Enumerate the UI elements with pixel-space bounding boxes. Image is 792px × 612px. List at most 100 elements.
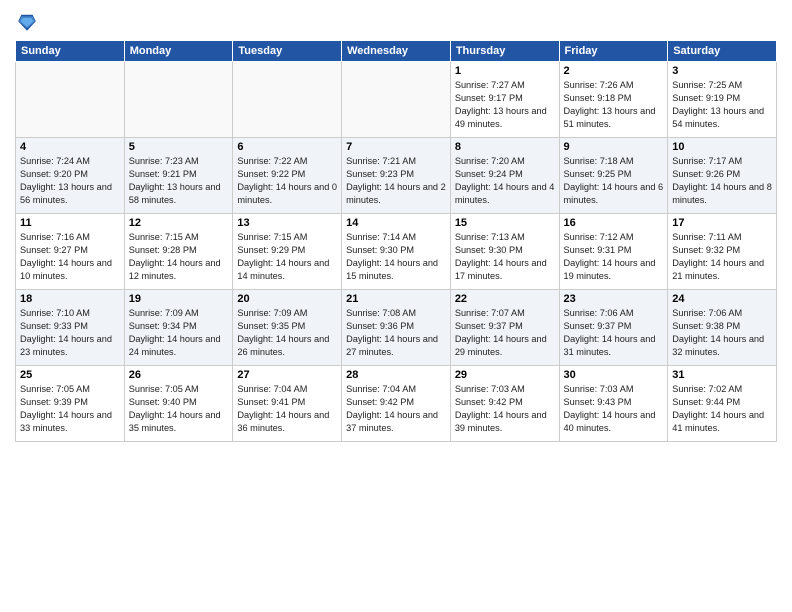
day-number: 27: [237, 369, 337, 381]
weekday-header: Sunday: [16, 41, 125, 62]
calendar-day-cell: 27Sunrise: 7:04 AM Sunset: 9:41 PM Dayli…: [233, 366, 342, 442]
day-info: Sunrise: 7:02 AM Sunset: 9:44 PM Dayligh…: [672, 383, 772, 435]
calendar-header-row: SundayMondayTuesdayWednesdayThursdayFrid…: [16, 41, 777, 62]
day-number: 5: [129, 141, 229, 153]
calendar-day-cell: 6Sunrise: 7:22 AM Sunset: 9:22 PM Daylig…: [233, 138, 342, 214]
logo-icon: [15, 10, 39, 34]
calendar-day-cell: 3 Sunrise: 7:25 AM Sunset: 9:19 PM Daylig…: [668, 62, 777, 138]
day-number: 10: [672, 141, 772, 153]
calendar-day-cell: 5 Sunrise: 7:23 AM Sunset: 9:21 PM Daylig…: [124, 138, 233, 214]
day-number: 2: [564, 65, 664, 77]
day-info: Sunrise: 7:14 AM Sunset: 9:30 PM Dayligh…: [346, 231, 446, 283]
day-info: Sunrise: 7:13 AM Sunset: 9:30 PM Dayligh…: [455, 231, 555, 283]
day-number: 25: [20, 369, 120, 381]
day-number: 11: [20, 217, 120, 229]
calendar-day-cell: 15 Sunrise: 7:13 AM Sunset: 9:30 PM Dayli…: [450, 214, 559, 290]
day-number: 18: [20, 293, 120, 305]
calendar-day-cell: 12 Sunrise: 7:15 AM Sunset: 9:28 PM Dayli…: [124, 214, 233, 290]
calendar-day-cell: 7 Sunrise: 7:21 AM Sunset: 9:23 PM Daylig…: [342, 138, 451, 214]
calendar-day-cell: 20 Sunrise: 7:09 AM Sunset: 9:35 PM Dayli…: [233, 290, 342, 366]
calendar-day-cell: 16Sunrise: 7:12 AM Sunset: 9:31 PM Dayli…: [559, 214, 668, 290]
day-info: Sunrise: 7:11 AM Sunset: 9:32 PM Dayligh…: [672, 231, 772, 283]
day-info: Sunrise: 7:17 AM Sunset: 9:26 PM Dayligh…: [672, 155, 772, 207]
day-number: 4: [20, 141, 120, 153]
day-number: 9: [564, 141, 664, 153]
day-number: 22: [455, 293, 555, 305]
day-info: Sunrise: 7:20 AM Sunset: 9:24 PM Dayligh…: [455, 155, 555, 207]
day-info: Sunrise: 7:16 AM Sunset: 9:27 PM Dayligh…: [20, 231, 120, 283]
day-number: 8: [455, 141, 555, 153]
calendar-week-row: 25Sunrise: 7:05 AM Sunset: 9:39 PM Dayli…: [16, 366, 777, 442]
calendar-day-cell: [233, 62, 342, 138]
calendar-day-cell: 9Sunrise: 7:18 AM Sunset: 9:25 PM Daylig…: [559, 138, 668, 214]
calendar-day-cell: 1 Sunrise: 7:27 AM Sunset: 9:17 PM Daylig…: [450, 62, 559, 138]
calendar-day-cell: 28 Sunrise: 7:04 AM Sunset: 9:42 PM Dayli…: [342, 366, 451, 442]
calendar-day-cell: 8 Sunrise: 7:20 AM Sunset: 9:24 PM Daylig…: [450, 138, 559, 214]
day-info: Sunrise: 7:23 AM Sunset: 9:21 PM Dayligh…: [129, 155, 229, 207]
calendar-day-cell: 24 Sunrise: 7:06 AM Sunset: 9:38 PM Dayli…: [668, 290, 777, 366]
day-number: 7: [346, 141, 446, 153]
page-header: [15, 10, 777, 34]
day-number: 20: [237, 293, 337, 305]
day-number: 16: [564, 217, 664, 229]
calendar-day-cell: 14 Sunrise: 7:14 AM Sunset: 9:30 PM Dayli…: [342, 214, 451, 290]
calendar-day-cell: 30Sunrise: 7:03 AM Sunset: 9:43 PM Dayli…: [559, 366, 668, 442]
day-info: Sunrise: 7:27 AM Sunset: 9:17 PM Dayligh…: [455, 79, 555, 131]
day-number: 24: [672, 293, 772, 305]
day-number: 13: [237, 217, 337, 229]
day-info: Sunrise: 7:07 AM Sunset: 9:37 PM Dayligh…: [455, 307, 555, 359]
day-number: 29: [455, 369, 555, 381]
day-number: 3: [672, 65, 772, 77]
day-number: 26: [129, 369, 229, 381]
day-number: 21: [346, 293, 446, 305]
day-number: 30: [564, 369, 664, 381]
calendar-day-cell: 22 Sunrise: 7:07 AM Sunset: 9:37 PM Dayli…: [450, 290, 559, 366]
day-info: Sunrise: 7:06 AM Sunset: 9:38 PM Dayligh…: [672, 307, 772, 359]
calendar-week-row: 1 Sunrise: 7:27 AM Sunset: 9:17 PM Daylig…: [16, 62, 777, 138]
weekday-header: Friday: [559, 41, 668, 62]
day-info: Sunrise: 7:26 AM Sunset: 9:18 PM Dayligh…: [564, 79, 664, 131]
day-info: Sunrise: 7:09 AM Sunset: 9:35 PM Dayligh…: [237, 307, 337, 359]
calendar-day-cell: [342, 62, 451, 138]
day-info: Sunrise: 7:10 AM Sunset: 9:33 PM Dayligh…: [20, 307, 120, 359]
day-number: 31: [672, 369, 772, 381]
calendar-day-cell: 13 Sunrise: 7:15 AM Sunset: 9:29 PM Dayli…: [233, 214, 342, 290]
day-number: 23: [564, 293, 664, 305]
day-info: Sunrise: 7:25 AM Sunset: 9:19 PM Dayligh…: [672, 79, 772, 131]
day-number: 1: [455, 65, 555, 77]
day-info: Sunrise: 7:05 AM Sunset: 9:40 PM Dayligh…: [129, 383, 229, 435]
calendar-day-cell: 18 Sunrise: 7:10 AM Sunset: 9:33 PM Dayli…: [16, 290, 125, 366]
day-info: Sunrise: 7:04 AM Sunset: 9:42 PM Dayligh…: [346, 383, 446, 435]
calendar-day-cell: 29 Sunrise: 7:03 AM Sunset: 9:42 PM Dayli…: [450, 366, 559, 442]
calendar-day-cell: 26 Sunrise: 7:05 AM Sunset: 9:40 PM Dayli…: [124, 366, 233, 442]
calendar-day-cell: 31 Sunrise: 7:02 AM Sunset: 9:44 PM Dayli…: [668, 366, 777, 442]
calendar-day-cell: 21 Sunrise: 7:08 AM Sunset: 9:36 PM Dayli…: [342, 290, 451, 366]
day-number: 17: [672, 217, 772, 229]
weekday-header: Monday: [124, 41, 233, 62]
day-number: 12: [129, 217, 229, 229]
calendar-day-cell: 25Sunrise: 7:05 AM Sunset: 9:39 PM Dayli…: [16, 366, 125, 442]
day-info: Sunrise: 7:06 AM Sunset: 9:37 PM Dayligh…: [564, 307, 664, 359]
day-number: 28: [346, 369, 446, 381]
calendar-day-cell: [16, 62, 125, 138]
calendar-week-row: 11 Sunrise: 7:16 AM Sunset: 9:27 PM Dayli…: [16, 214, 777, 290]
day-info: Sunrise: 7:09 AM Sunset: 9:34 PM Dayligh…: [129, 307, 229, 359]
day-number: 15: [455, 217, 555, 229]
day-info: Sunrise: 7:21 AM Sunset: 9:23 PM Dayligh…: [346, 155, 446, 207]
day-info: Sunrise: 7:24 AM Sunset: 9:20 PM Dayligh…: [20, 155, 120, 207]
weekday-header: Saturday: [668, 41, 777, 62]
day-info: Sunrise: 7:22 AM Sunset: 9:22 PM Dayligh…: [237, 155, 337, 207]
day-number: 14: [346, 217, 446, 229]
calendar-table: SundayMondayTuesdayWednesdayThursdayFrid…: [15, 40, 777, 442]
day-info: Sunrise: 7:15 AM Sunset: 9:29 PM Dayligh…: [237, 231, 337, 283]
weekday-header: Wednesday: [342, 41, 451, 62]
day-info: Sunrise: 7:08 AM Sunset: 9:36 PM Dayligh…: [346, 307, 446, 359]
calendar-day-cell: 23 Sunrise: 7:06 AM Sunset: 9:37 PM Dayli…: [559, 290, 668, 366]
calendar-day-cell: [124, 62, 233, 138]
day-info: Sunrise: 7:15 AM Sunset: 9:28 PM Dayligh…: [129, 231, 229, 283]
calendar-day-cell: 10 Sunrise: 7:17 AM Sunset: 9:26 PM Dayli…: [668, 138, 777, 214]
day-info: Sunrise: 7:03 AM Sunset: 9:42 PM Dayligh…: [455, 383, 555, 435]
weekday-header: Thursday: [450, 41, 559, 62]
day-number: 19: [129, 293, 229, 305]
calendar-day-cell: 19 Sunrise: 7:09 AM Sunset: 9:34 PM Dayli…: [124, 290, 233, 366]
